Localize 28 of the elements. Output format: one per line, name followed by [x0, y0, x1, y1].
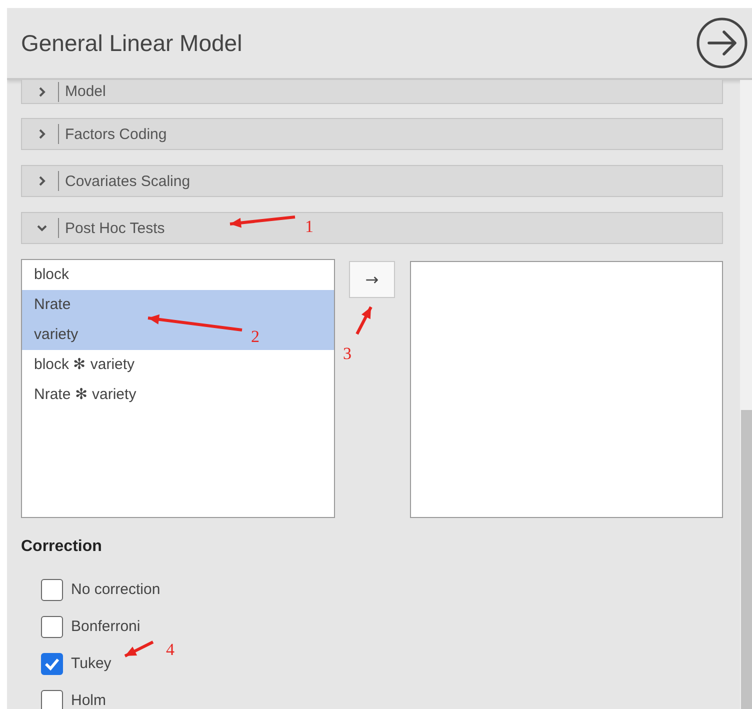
section-header[interactable]: Model [21, 80, 723, 104]
annotation-arrow [356, 306, 372, 335]
section-heading: Correction [21, 538, 103, 556]
annotation-number: 2 [251, 327, 260, 346]
section-header[interactable]: Covariates Scaling [21, 165, 723, 197]
annotation-number: 1 [305, 217, 314, 236]
list-item[interactable]: block [22, 260, 334, 290]
list-item[interactable]: Nrate ✻ variety [22, 380, 334, 410]
annotation-arrow [124, 640, 154, 658]
checkbox-label: Tukey [71, 655, 112, 672]
annotation-arrow [230, 216, 296, 228]
checkbox-label: Bonferroni [71, 618, 140, 635]
checkbox[interactable] [41, 652, 63, 674]
annotation-number: 3 [343, 344, 352, 363]
window-title: General Linear Model [21, 30, 242, 56]
list-item[interactable]: Nrate [22, 290, 334, 320]
checkbox-label: No correction [71, 581, 160, 598]
move-button[interactable]: → [349, 261, 395, 298]
checkbox[interactable] [41, 578, 63, 600]
checkbox-label: Holm [71, 692, 106, 709]
scrollbar-thumb[interactable] [741, 410, 752, 709]
checkbox[interactable] [41, 690, 63, 709]
arrow-circle-icon[interactable] [696, 17, 748, 69]
scrollbar[interactable] [740, 80, 752, 709]
section-header[interactable]: Factors Coding [21, 118, 723, 150]
annotation-number: 4 [166, 640, 174, 659]
checkbox[interactable] [41, 616, 63, 638]
list-item[interactable]: block ✻ variety [22, 350, 334, 380]
